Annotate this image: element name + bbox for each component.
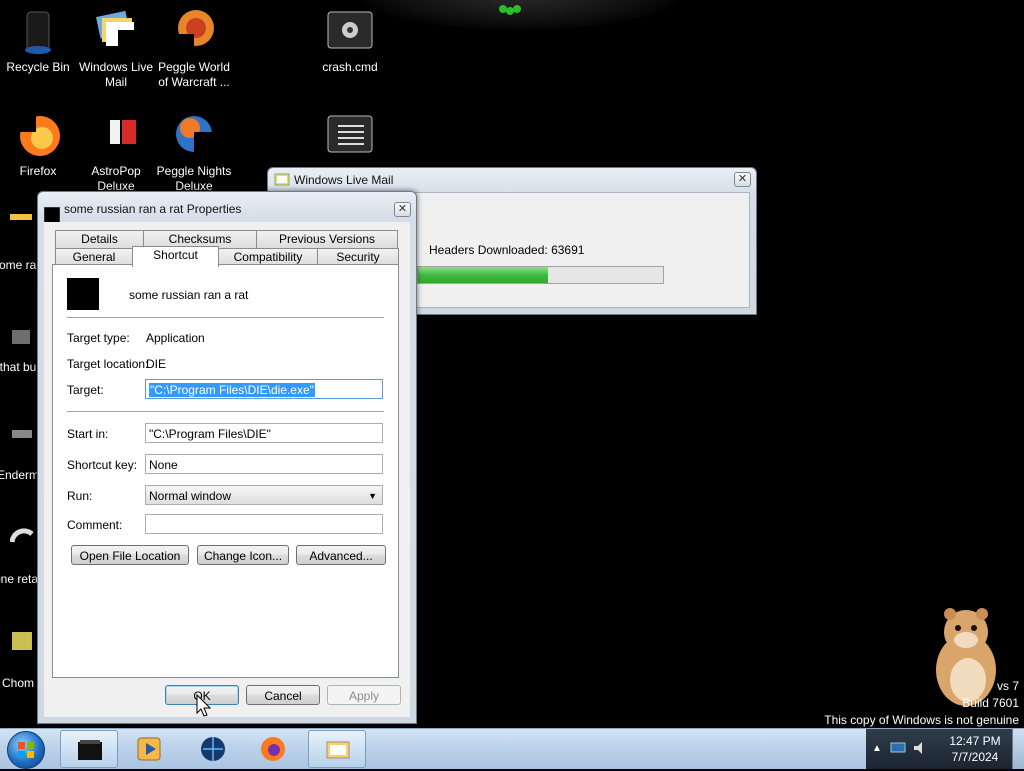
clock-time: 12:47 PM (949, 734, 1001, 748)
desktop-icon-label: Peggle Nights Deluxe (156, 164, 232, 193)
close-icon: ✕ (397, 203, 408, 215)
shortcut-app-icon (43, 202, 61, 224)
target-type-label: Target type: (67, 331, 130, 345)
desktop-icon-label: Firefox (19, 164, 57, 178)
desktop-icon-text-file[interactable] (312, 112, 388, 164)
desktop-icon-astropop[interactable]: AstroPop Deluxe (78, 112, 154, 194)
taskbar-item-firefox[interactable] (244, 730, 302, 768)
network-icon[interactable] (890, 741, 906, 755)
recycle-bin-icon (14, 8, 62, 56)
volume-icon[interactable] (912, 741, 928, 755)
desktop-icon-peggle-wow[interactable]: Peggle World of Warcraft ... (156, 8, 232, 90)
shortcut-name: some russian ran a rat (129, 288, 249, 302)
window-app-icon (78, 740, 102, 760)
desktop-icon-peggle-nights[interactable]: Peggle Nights Deluxe (156, 112, 232, 194)
progress-bar (417, 266, 664, 284)
text-file-icon (326, 112, 374, 160)
shortcut-key-label: Shortcut key: (67, 458, 138, 472)
target-input[interactable]: "C:\Program Files\DIE\die.exe" (145, 379, 383, 399)
run-label: Run: (67, 489, 93, 503)
desktop-icon-label: Peggle World of Warcraft ... (158, 60, 230, 89)
show-hidden-icons-icon[interactable]: ▲ (872, 743, 882, 754)
desktop-icon-label: crash.cmd (322, 60, 378, 74)
comment-label: Comment: (67, 518, 123, 532)
shortcut-tab-panel: some russian ran a rat Target type: Appl… (52, 264, 399, 678)
tab-row-top: Details Checksums Previous Versions (55, 230, 398, 248)
window-title: Windows Live Mail (294, 173, 394, 187)
properties-dialog[interactable]: some russian ran a rat Properties ✕ Deta… (37, 191, 417, 724)
change-icon-button[interactable]: Change Icon... (197, 545, 289, 565)
cancel-button[interactable]: Cancel (246, 685, 320, 705)
open-file-location-button[interactable]: Open File Location (71, 545, 189, 565)
dialog-body: Details Checksums Previous Versions Gene… (44, 222, 410, 717)
close-button[interactable]: ✕ (394, 202, 411, 217)
tab-shortcut[interactable]: Shortcut (132, 246, 219, 267)
target-label: Target: (67, 383, 104, 397)
shortcut-large-icon (67, 278, 99, 310)
watermark-not-genuine: This copy of Windows is not genuine (824, 713, 1019, 727)
astropop-icon (92, 112, 140, 160)
apply-button[interactable]: Apply (327, 685, 401, 705)
desktop-icon-recycle-bin[interactable]: Recycle Bin (0, 8, 76, 75)
mouse-cursor-icon (196, 694, 212, 717)
tab-previous-versions[interactable]: Previous Versions (256, 230, 398, 248)
watermark-build: Build 7601 (962, 696, 1019, 710)
close-button[interactable]: ✕ (734, 172, 751, 187)
start-in-label: Start in: (67, 427, 109, 441)
desktop-icon-label: Windows Live Mail (78, 60, 154, 89)
system-tray: ▲ 12:47 PM 7/7/2024 (866, 729, 1024, 769)
media-player-icon (137, 737, 161, 761)
show-desktop-button[interactable] (1012, 729, 1024, 769)
desktop-icon-crash-cmd[interactable]: crash.cmd (312, 8, 388, 75)
watermark-line1: vs 7 (996, 679, 1019, 693)
peggle-nights-icon (170, 112, 218, 160)
title-bar[interactable]: some russian ran a rat Properties ✕ (38, 192, 416, 224)
start-in-input[interactable]: "C:\Program Files\DIE" (145, 423, 383, 443)
windows-logo-icon (18, 742, 34, 758)
target-location-value: DIE (146, 357, 167, 371)
taskbar-item-windows-live-mail[interactable] (308, 730, 366, 768)
globe-icon (201, 737, 225, 761)
start-button[interactable] (7, 731, 45, 769)
clock-date: 7/7/2024 (951, 750, 999, 764)
shortcut-key-input[interactable]: None (145, 454, 383, 474)
firefox-icon (14, 112, 62, 160)
clock[interactable]: 12:47 PM 7/7/2024 (942, 733, 1008, 765)
taskbar-item-properties[interactable] (60, 730, 118, 768)
taskbar-item-browser[interactable] (184, 730, 242, 768)
status-text: Headers Downloaded: 63691 (429, 243, 585, 257)
dialog-title: some russian ran a rat Properties (64, 202, 242, 216)
windows-live-mail-icon (326, 741, 350, 759)
separator (67, 317, 384, 318)
windows-live-mail-icon (274, 172, 290, 188)
windows-live-mail-icon (92, 8, 140, 56)
chevron-down-icon: ▼ (368, 491, 377, 501)
cmd-file-icon (326, 8, 374, 56)
separator (67, 411, 384, 412)
progress-bar-fill (418, 267, 548, 283)
taskbar: ▲ 12:47 PM 7/7/2024 (0, 728, 1024, 769)
tab-details[interactable]: Details (55, 230, 144, 248)
run-select-value: Normal window (149, 489, 232, 503)
target-input-selected-text: "C:\Program Files\DIE\die.exe" (149, 383, 315, 397)
firefox-icon (261, 737, 285, 761)
close-icon: ✕ (737, 173, 748, 185)
wallpaper-green-dots (499, 5, 521, 15)
target-location-label: Target location: (67, 357, 149, 371)
desktop-icon-label: AstroPop Deluxe (91, 164, 141, 193)
target-type-value: Application (146, 331, 205, 345)
taskbar-item-media-player[interactable] (120, 730, 178, 768)
desktop-icon-label: Recycle Bin (6, 60, 70, 74)
title-bar[interactable]: Windows Live Mail ✕ (268, 168, 756, 192)
wallpaper-glow (360, 0, 680, 30)
peggle-wow-icon (170, 8, 218, 56)
comment-input[interactable] (145, 514, 383, 534)
advanced-button[interactable]: Advanced... (296, 545, 386, 565)
run-select[interactable]: Normal window ▼ (145, 485, 383, 505)
desktop-icon-firefox[interactable]: Firefox (0, 112, 76, 179)
desktop-icon-windows-live-mail[interactable]: Windows Live Mail (78, 8, 154, 90)
